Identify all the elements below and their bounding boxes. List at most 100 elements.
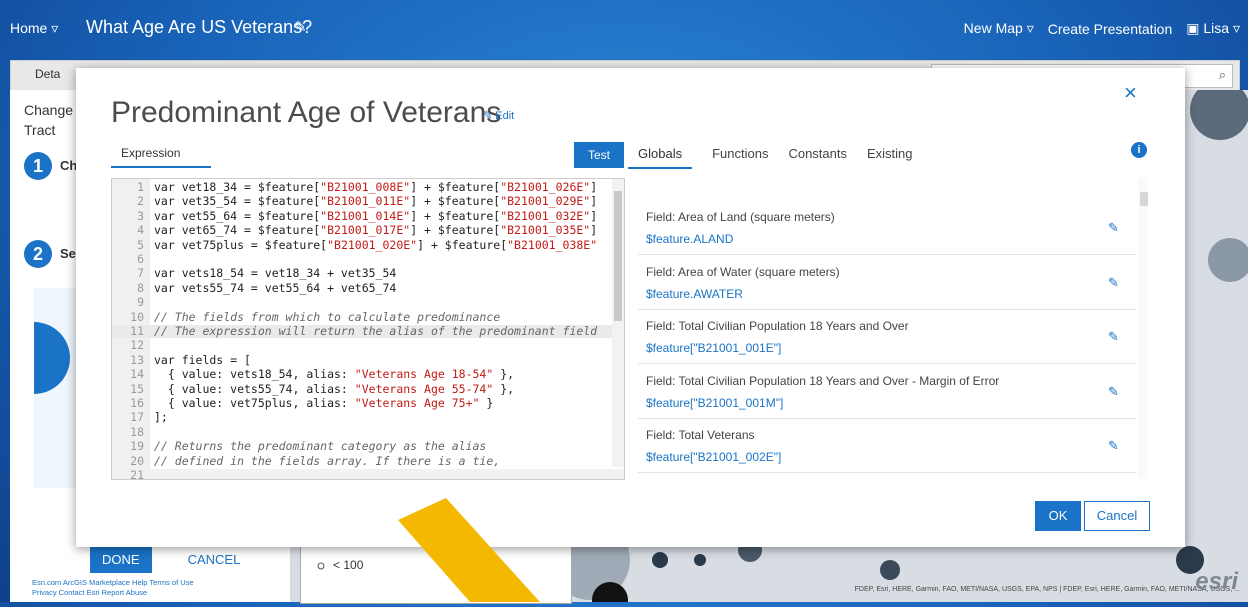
code-text: // The expression will return the alias … bbox=[154, 324, 598, 338]
code-line[interactable]: 16 { value: vet75plus, alias: "Veterans … bbox=[112, 397, 624, 410]
code-text: // The fields from which to calculate pr… bbox=[154, 309, 501, 324]
code-text: { value: vets55_74, alias: "Veterans Age… bbox=[154, 381, 515, 396]
details-button[interactable]: Deta bbox=[35, 67, 60, 81]
field-expression[interactable]: $feature.ALAND bbox=[646, 232, 733, 246]
globals-scroll-thumb[interactable] bbox=[1140, 192, 1148, 206]
editor-scroll-thumb[interactable] bbox=[614, 191, 622, 321]
line-number: 14 bbox=[130, 367, 144, 382]
done-button[interactable]: DONE bbox=[90, 546, 152, 573]
pencil-icon[interactable]: ✎ bbox=[294, 18, 307, 36]
arcade-expression-dialog: Predominant Age of Veterans ✎ Edit × Exp… bbox=[76, 68, 1185, 547]
code-line[interactable]: 12 bbox=[112, 339, 624, 352]
legend-label: < 100 bbox=[333, 558, 364, 572]
panel-actions: DONE CANCEL bbox=[90, 546, 240, 573]
tab-functions[interactable]: Functions bbox=[712, 146, 768, 169]
tab-existing[interactable]: Existing bbox=[867, 146, 913, 169]
code-editor[interactable]: 1 var vet18_34 = $feature["B21001_008E"] … bbox=[111, 178, 625, 480]
map-legend: < 100 bbox=[300, 545, 572, 604]
panel-cancel-button[interactable]: CANCEL bbox=[188, 546, 241, 573]
legend-dot-icon bbox=[317, 562, 325, 570]
code-text: var vets18_54 = vet18_34 + vet35_54 bbox=[154, 266, 397, 281]
info-icon[interactable]: i bbox=[1131, 142, 1147, 158]
code-text: ]; bbox=[154, 410, 168, 425]
close-icon[interactable]: × bbox=[1124, 80, 1137, 106]
code-line[interactable]: 3 var vet55_64 = $feature["B21001_014E"] … bbox=[112, 209, 624, 223]
line-number: 10 bbox=[130, 309, 144, 324]
editor-vertical-scrollbar[interactable] bbox=[612, 179, 624, 467]
code-text: var vet18_34 = $feature["B21001_008E"] +… bbox=[154, 180, 598, 194]
globals-list-item[interactable]: Field: Area of Water (square meters) $fea… bbox=[638, 255, 1136, 310]
code-line[interactable]: 8 var vets55_74 = vet55_64 + vet65_74 bbox=[112, 280, 624, 295]
code-text: var fields = [ bbox=[154, 352, 251, 367]
tab-globals[interactable]: Globals bbox=[628, 146, 693, 169]
field-expression[interactable]: $feature["B21001_001M"] bbox=[646, 396, 783, 410]
panel-heading: Change Tract bbox=[24, 100, 73, 140]
dialog-title: Predominant Age of Veterans bbox=[111, 96, 502, 129]
editor-horizontal-scrollbar[interactable] bbox=[150, 469, 624, 479]
code-line[interactable]: 18 bbox=[112, 424, 624, 439]
edit-title-link[interactable]: ✎ Edit bbox=[483, 109, 514, 122]
pencil-icon[interactable]: ✎ bbox=[1108, 384, 1119, 400]
tab-expression[interactable]: Expression bbox=[111, 146, 211, 168]
code-line[interactable]: 20 // defined in the fields array. If the… bbox=[112, 454, 624, 468]
globals-scrollbar[interactable] bbox=[1138, 178, 1148, 478]
pencil-icon[interactable]: ✎ bbox=[1108, 329, 1119, 345]
pencil-icon[interactable]: ✎ bbox=[1108, 220, 1119, 236]
top-bar: Home ▿ What Age Are US Veterans? ✎ New M… bbox=[0, 0, 1248, 58]
field-label: Field: Area of Water (square meters) bbox=[646, 264, 840, 279]
code-line[interactable]: 14 { value: vets18_54, alias: "Veterans … bbox=[112, 368, 624, 381]
code-text: { value: vet75plus, alias: "Veterans Age… bbox=[154, 396, 494, 410]
create-presentation-link[interactable]: Create Presentation bbox=[1048, 21, 1173, 37]
globals-list: Field: Area of Land (square meters) $feat… bbox=[638, 178, 1148, 478]
field-label: Field: Total Civilian Population 18 Year… bbox=[646, 373, 1000, 388]
avatar-icon: ▣ bbox=[1186, 20, 1204, 36]
line-number: 11 bbox=[130, 324, 144, 338]
line-number: 13 bbox=[130, 352, 144, 367]
code-line[interactable]: 7 var vets18_54 = vet18_34 + vet35_54 bbox=[112, 267, 624, 280]
line-number: 8 bbox=[137, 280, 144, 295]
code-line[interactable]: 9 bbox=[112, 296, 624, 309]
code-line[interactable]: 6 bbox=[112, 253, 624, 266]
esri-logo: esri bbox=[1195, 568, 1238, 595]
code-line[interactable]: 17]; bbox=[112, 411, 624, 424]
code-line[interactable]: 10 // The fields from which to calculate … bbox=[112, 309, 624, 324]
globals-list-item[interactable]: Field: Total Veterans $feature["B21001_00… bbox=[638, 418, 1136, 473]
code-line[interactable]: 11 // The expression will return the alia… bbox=[112, 325, 624, 338]
pencil-icon: ✎ bbox=[483, 110, 496, 122]
cancel-button[interactable]: Cancel bbox=[1084, 501, 1150, 531]
code-line[interactable]: 19 // Returns the predominant category as… bbox=[112, 440, 624, 453]
search-icon[interactable]: ⌕ bbox=[1219, 67, 1226, 83]
code-line[interactable]: 15 { value: vets55_74, alias: "Veterans … bbox=[112, 381, 624, 396]
line-number: 5 bbox=[137, 237, 144, 252]
code-text: var vet75plus = $feature["B21001_020E"] … bbox=[154, 237, 598, 252]
code-text: // Returns the predominant category as t… bbox=[154, 439, 487, 454]
pencil-icon[interactable]: ✎ bbox=[1108, 275, 1119, 291]
footer-line1[interactable]: Esri.com ArcGIS Marketplace Help Terms o… bbox=[32, 578, 194, 588]
code-line[interactable]: 13 var fields = [ bbox=[112, 352, 624, 367]
tab-constants[interactable]: Constants bbox=[788, 146, 847, 169]
line-number: 18 bbox=[130, 424, 144, 439]
footer-line2[interactable]: Privacy Contact Esri Report Abuse bbox=[32, 588, 194, 598]
code-line[interactable]: 5 var vet75plus = $feature["B21001_020E"]… bbox=[112, 237, 624, 252]
field-expression[interactable]: $feature["B21001_002E"] bbox=[646, 450, 781, 464]
user-menu[interactable]: ▣ Lisa ▿ bbox=[1186, 20, 1240, 37]
field-expression[interactable]: $feature["B21001_001E"] bbox=[646, 341, 781, 355]
globals-list-item[interactable]: Field: Total Civilian Population 18 Year… bbox=[638, 309, 1136, 364]
code-line[interactable]: 2 var vet35_54 = $feature["B21001_011E"] … bbox=[112, 195, 624, 208]
test-button[interactable]: Test bbox=[574, 142, 624, 168]
step-1-badge: 1 bbox=[24, 152, 52, 180]
globals-list-item[interactable]: Field: Total Civilian Population 18 Year… bbox=[638, 364, 1136, 419]
home-menu[interactable]: Home ▿ bbox=[10, 20, 58, 37]
pencil-icon[interactable]: ✎ bbox=[1108, 438, 1119, 454]
ok-button[interactable]: OK bbox=[1035, 501, 1081, 531]
field-expression[interactable]: $feature.AWATER bbox=[646, 287, 743, 301]
globals-list-item[interactable]: Field: Area of Land (square meters) $feat… bbox=[638, 200, 1136, 255]
step-1-label: Ch bbox=[60, 158, 78, 173]
new-map-menu[interactable]: New Map ▿ bbox=[964, 20, 1034, 37]
code-line[interactable]: 4 var vet65_74 = $feature["B21001_017E"] … bbox=[112, 224, 624, 237]
edit-title-label: Edit bbox=[495, 110, 515, 122]
line-number: 2 bbox=[137, 194, 144, 209]
code-text: var vet35_54 = $feature["B21001_011E"] +… bbox=[154, 194, 598, 209]
line-number: 12 bbox=[130, 338, 144, 353]
code-line[interactable]: 1 var vet18_34 = $feature["B21001_008E"] … bbox=[112, 181, 624, 194]
